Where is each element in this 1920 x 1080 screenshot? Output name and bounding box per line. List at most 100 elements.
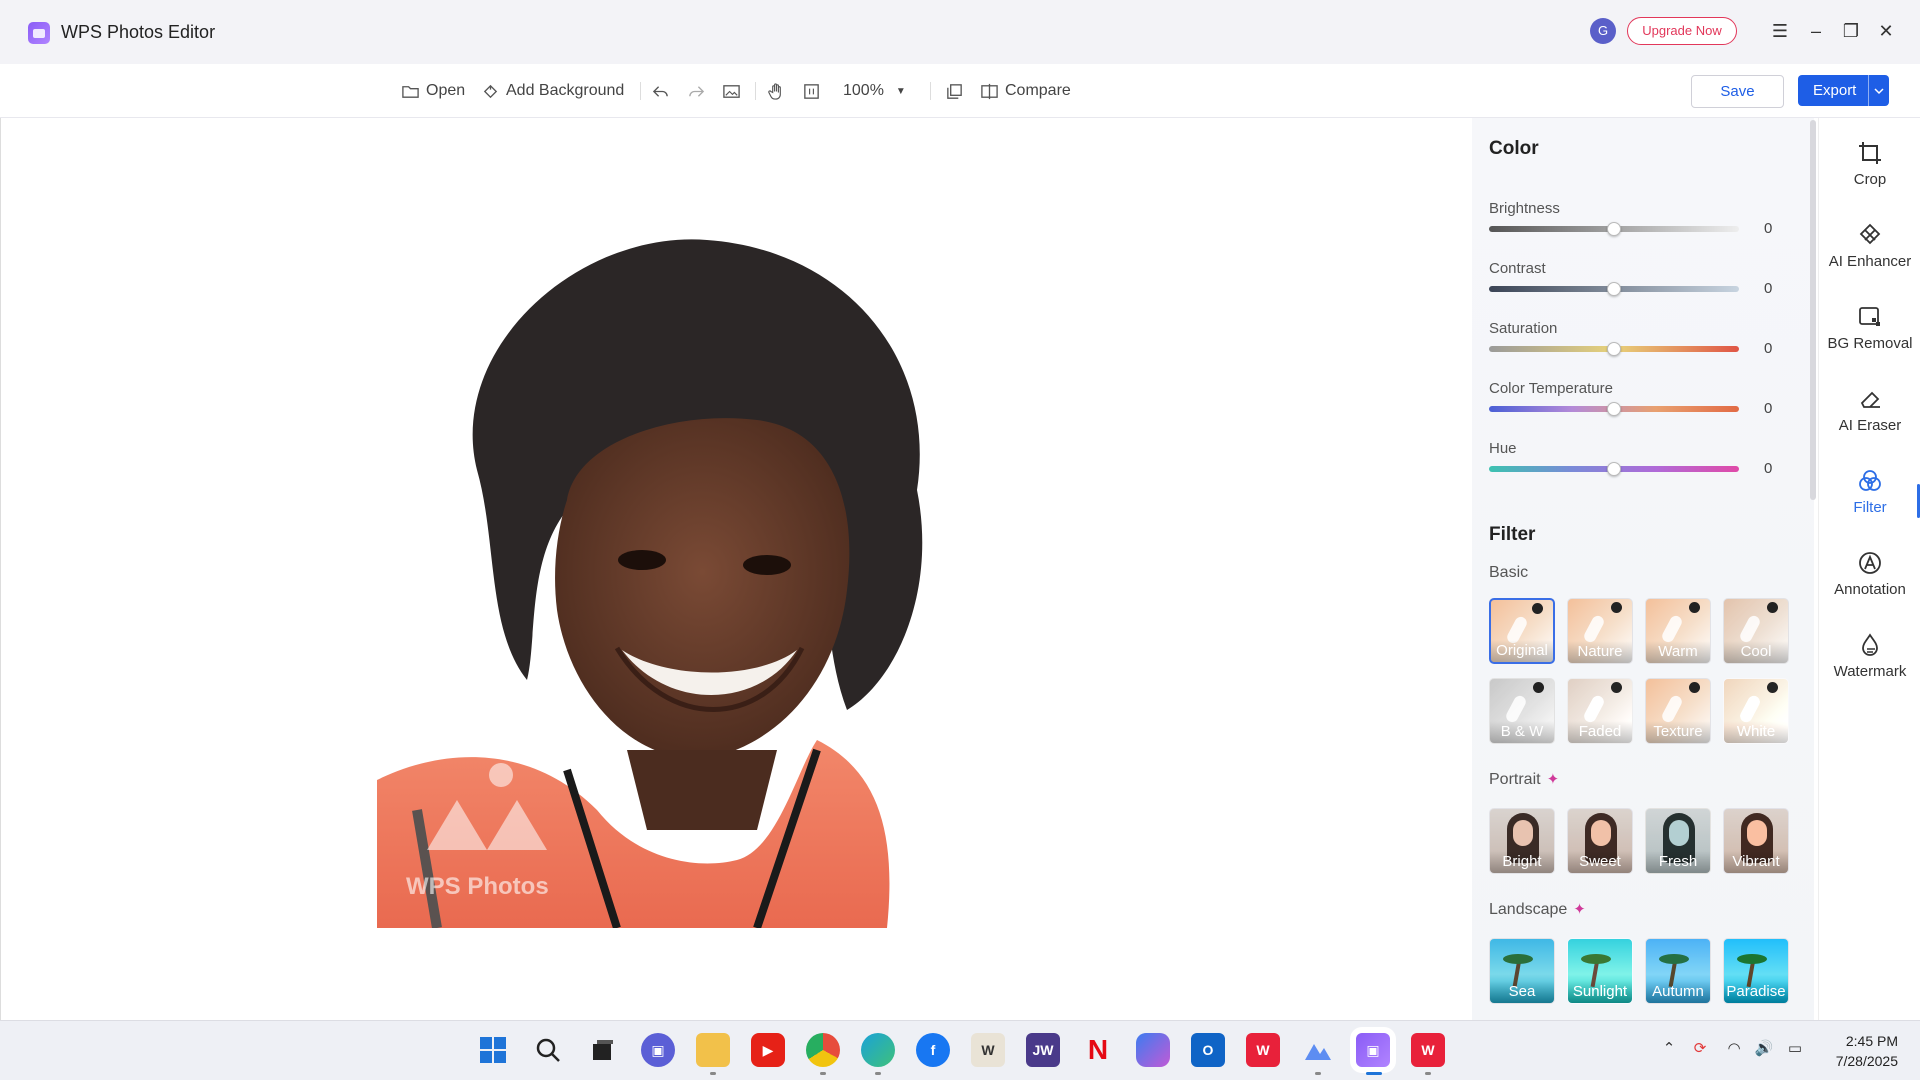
annotation-tool[interactable]: Annotation <box>1819 550 1920 598</box>
sync-icon[interactable]: ⟳ <box>1689 1039 1711 1061</box>
slider-label: Hue <box>1489 440 1517 457</box>
start-menu-icon[interactable] <box>476 1033 510 1067</box>
panel-scrollbar[interactable] <box>1810 120 1816 500</box>
image-button[interactable] <box>722 64 741 118</box>
chrome-icon[interactable] <box>806 1033 840 1067</box>
filter-name: B & W <box>1490 721 1554 743</box>
clock-time: 2:45 PM <box>1845 1033 1898 1049</box>
filter-white[interactable]: White <box>1723 678 1789 744</box>
filter-paradise[interactable]: Paradise <box>1723 938 1789 1004</box>
jw-icon[interactable]: JW <box>1026 1033 1060 1067</box>
pan-hand-button[interactable] <box>767 64 786 118</box>
save-button[interactable]: Save <box>1691 75 1784 108</box>
slider-label: Contrast <box>1489 260 1546 277</box>
wps-pdf-icon[interactable]: W <box>1411 1033 1445 1067</box>
minimize-icon[interactable]: – <box>1805 20 1827 42</box>
edited-photo[interactable] <box>377 210 1097 928</box>
filter-original[interactable]: Original <box>1489 598 1555 664</box>
filter-tool[interactable]: Filter <box>1819 468 1920 516</box>
youtube-icon[interactable]: ▶ <box>751 1033 785 1067</box>
battery-icon[interactable]: ▭ <box>1784 1039 1806 1061</box>
ai-enhancer-tool[interactable]: AI Enhancer <box>1819 222 1920 270</box>
undo-button[interactable] <box>651 64 670 118</box>
filter-sweet[interactable]: Sweet <box>1567 808 1633 874</box>
wifi-icon[interactable]: ◠ <box>1723 1039 1745 1061</box>
volume-icon[interactable]: 🔊 <box>1753 1039 1775 1061</box>
redo-button[interactable] <box>687 64 706 118</box>
running-indicator <box>875 1072 881 1075</box>
contrast-handle[interactable] <box>1607 282 1621 296</box>
chevron-up-icon[interactable]: ⌃ <box>1658 1039 1680 1061</box>
filter-faded[interactable]: Faded <box>1567 678 1633 744</box>
wps-office-icon[interactable]: W <box>1246 1033 1280 1067</box>
export-button[interactable]: Export <box>1798 75 1889 106</box>
open-button[interactable]: Open <box>401 64 465 118</box>
outlook-icon[interactable]: O <box>1191 1033 1225 1067</box>
watermark-icon <box>1862 633 1878 656</box>
filter-cool[interactable]: Cool <box>1723 598 1789 664</box>
portrait-label: Portrait ✦ <box>1489 771 1560 788</box>
user-avatar[interactable]: G <box>1590 18 1616 44</box>
filter-sea[interactable]: Sea <box>1489 938 1555 1004</box>
image-canvas[interactable]: WPS Photos <box>0 118 1472 1020</box>
crop-tool[interactable]: Crop <box>1819 140 1920 188</box>
ai-enhancer-icon <box>1859 223 1881 245</box>
edge-icon[interactable] <box>861 1033 895 1067</box>
search-icon[interactable] <box>531 1033 565 1067</box>
close-icon[interactable]: ✕ <box>1875 20 1897 42</box>
facebook-icon[interactable]: f <box>916 1033 950 1067</box>
filter-autumn[interactable]: Autumn <box>1645 938 1711 1004</box>
hue-handle[interactable] <box>1607 462 1621 476</box>
copilot-icon[interactable] <box>1136 1033 1170 1067</box>
zoom-dropdown[interactable]: 100% ▼ <box>843 64 906 118</box>
filter-warm[interactable]: Warm <box>1645 598 1711 664</box>
filter-name: Fresh <box>1646 851 1710 873</box>
restore-icon[interactable]: ❐ <box>1840 20 1862 42</box>
slider-label: Brightness <box>1489 200 1560 217</box>
system-clock[interactable]: 2:45 PM 7/28/2025 <box>1818 1031 1898 1071</box>
saturation-value: 0 <box>1764 340 1773 357</box>
netflix-icon[interactable]: N <box>1081 1033 1115 1067</box>
color-temperature-handle[interactable] <box>1607 402 1621 416</box>
filter-section-title: Filter <box>1489 524 1536 545</box>
filter-name: Sea <box>1490 981 1554 1003</box>
ai-eraser-tool[interactable]: AI Eraser <box>1819 386 1920 434</box>
compare-button[interactable]: Compare <box>980 64 1071 118</box>
filter-name: Sunlight <box>1568 981 1632 1003</box>
filter-nature[interactable]: Nature <box>1567 598 1633 664</box>
export-dropdown-icon[interactable] <box>1868 75 1889 106</box>
watermark-tool[interactable]: Watermark <box>1819 632 1920 680</box>
brightness-handle[interactable] <box>1607 222 1621 236</box>
separator <box>640 82 641 100</box>
filter-fresh[interactable]: Fresh <box>1645 808 1711 874</box>
hue-value: 0 <box>1764 460 1773 477</box>
wps-photos-icon[interactable]: ▣ <box>1356 1033 1390 1067</box>
bg-removal-tool[interactable]: BG Removal <box>1819 304 1920 352</box>
landscape-label: Landscape ✦ <box>1489 901 1586 918</box>
filter-name: Autumn <box>1646 981 1710 1003</box>
running-indicator <box>820 1072 826 1075</box>
filter-name: Faded <box>1568 721 1632 743</box>
running-indicator <box>710 1072 716 1075</box>
filter-bw[interactable]: B & W <box>1489 678 1555 744</box>
filter-sunlight[interactable]: Sunlight <box>1567 938 1633 1004</box>
upgrade-now-button[interactable]: Upgrade Now <box>1627 17 1737 45</box>
paint-bucket-icon <box>483 84 498 98</box>
basic-label: Basic <box>1489 564 1529 581</box>
duplicate-icon <box>947 83 962 99</box>
task-view-icon[interactable] <box>586 1033 620 1067</box>
filter-texture[interactable]: Texture <box>1645 678 1711 744</box>
fit-screen-button[interactable] <box>802 64 821 118</box>
file-explorer-icon[interactable] <box>696 1033 730 1067</box>
duplicate-button[interactable] <box>945 64 964 118</box>
saturation-handle[interactable] <box>1607 342 1621 356</box>
chat-icon[interactable]: ▣ <box>641 1033 675 1067</box>
filter-vibrant[interactable]: Vibrant <box>1723 808 1789 874</box>
brightness-value: 0 <box>1764 220 1773 237</box>
image-icon <box>723 84 740 98</box>
photos-icon[interactable] <box>1301 1033 1335 1067</box>
hamburger-menu-icon[interactable]: ☰ <box>1769 20 1791 42</box>
filter-bright[interactable]: Bright <box>1489 808 1555 874</box>
writer-icon[interactable]: W <box>971 1033 1005 1067</box>
add-background-button[interactable]: Add Background <box>481 64 624 118</box>
